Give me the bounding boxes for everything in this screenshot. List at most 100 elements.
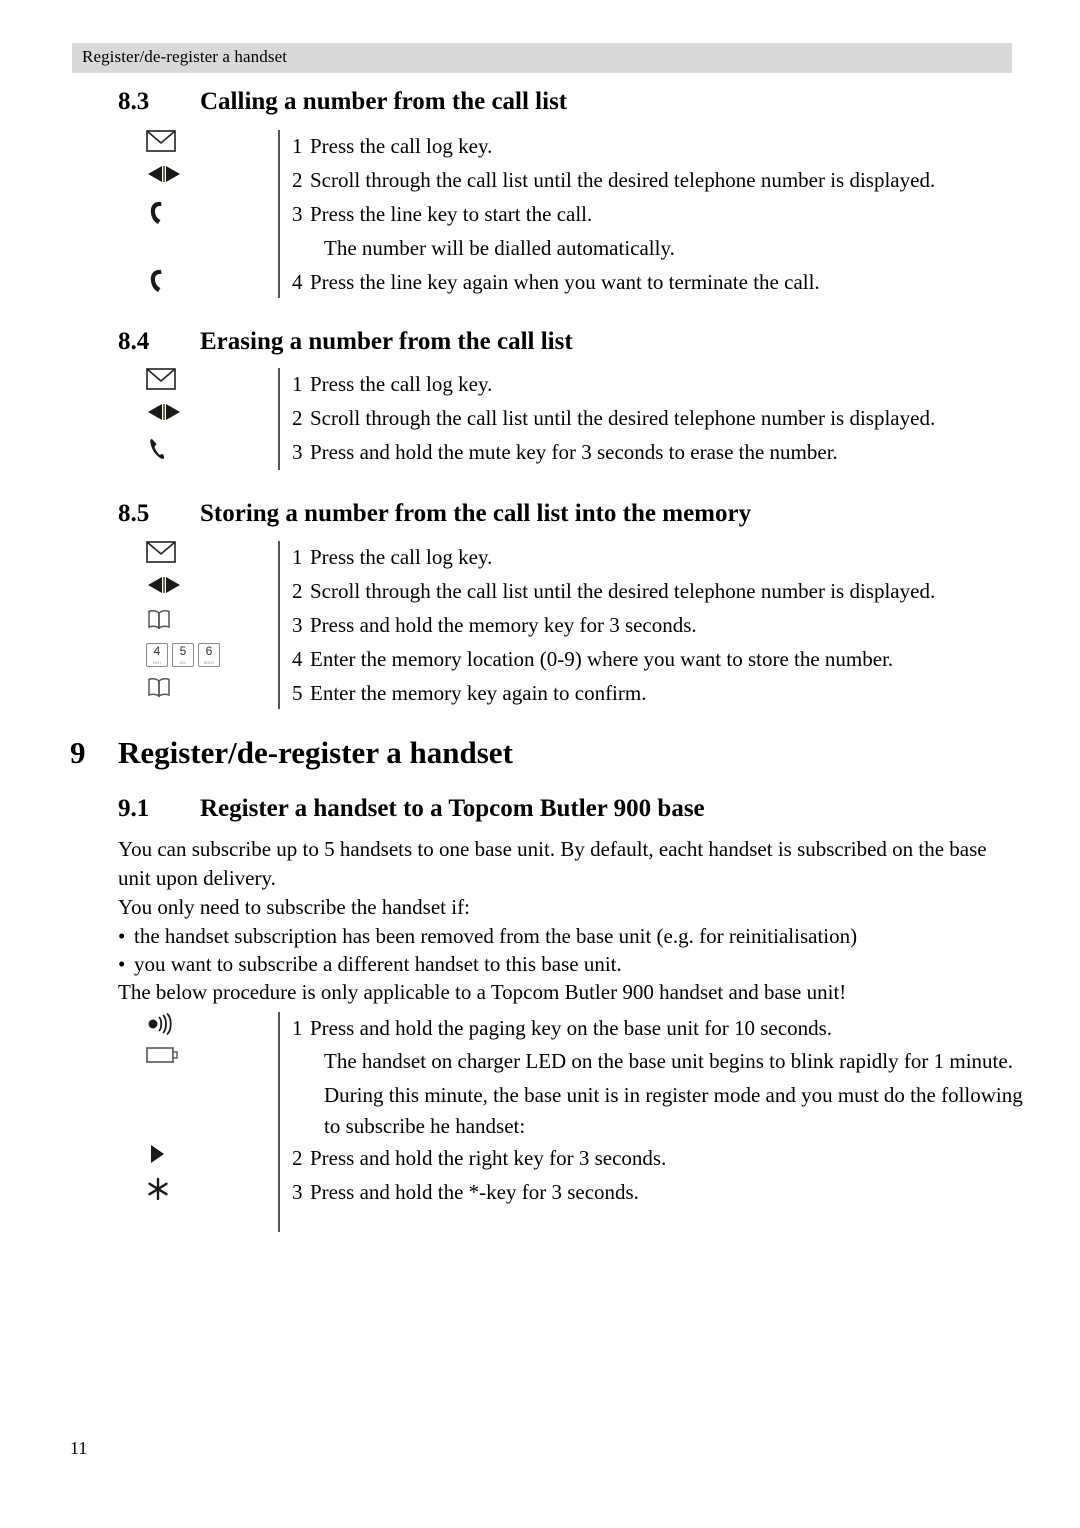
step-number: 1 bbox=[292, 134, 303, 158]
key-5-digit: 5 bbox=[179, 644, 187, 658]
bullet-item-2: • you want to subscribe a different hands… bbox=[118, 950, 622, 979]
procedure-step: 4 GHI 5 JKL 6 MNO 4 Enter the memory loc… bbox=[118, 643, 935, 677]
procedure-step: 3 Press and hold the memory key for 3 se… bbox=[118, 609, 935, 643]
keypad-keys: 4 GHI 5 JKL 6 MNO bbox=[146, 643, 220, 667]
envelope-icon bbox=[118, 130, 278, 152]
step-text: Scroll through the call list until the d… bbox=[310, 168, 936, 192]
step-number: 1 bbox=[292, 545, 303, 569]
step-text: Press the line key to start the call. bbox=[310, 202, 593, 226]
open-book-icon bbox=[118, 609, 278, 631]
procedure-step: 3 Press and hold the *-key for 3 seconds… bbox=[118, 1176, 1024, 1210]
paging-speaker-icon bbox=[118, 1012, 278, 1036]
step-number: 3 bbox=[292, 440, 303, 464]
note-text: The handset on charger LED on the base u… bbox=[324, 1049, 1013, 1073]
step-text: Scroll through the call list until the d… bbox=[310, 579, 936, 603]
heading-8-4-title: Erasing a number from the call list bbox=[200, 328, 573, 355]
procedure-step: 1 Press the call log key. bbox=[118, 130, 935, 164]
procedure-step: 3 Press the line key to start the call. bbox=[118, 198, 935, 232]
step-number: 3 bbox=[292, 1180, 303, 1204]
phone-handset-icon bbox=[118, 198, 278, 228]
step-number: 1 bbox=[292, 372, 303, 396]
step-text: Press the line key again when you want t… bbox=[310, 270, 820, 294]
step-text: Press and hold the memory key for 3 seco… bbox=[310, 613, 697, 637]
step-number: 2 bbox=[292, 1146, 303, 1170]
paragraph-intro: You can subscribe up to 5 handsets to on… bbox=[118, 837, 987, 890]
procedure-8-3: 1 Press the call log key. 2 Scroll throu… bbox=[118, 130, 935, 300]
key-6-digit: 6 bbox=[205, 644, 213, 658]
step-text: Scroll through the call list until the d… bbox=[310, 406, 936, 430]
step-text: Press and hold the mute key for 3 second… bbox=[310, 440, 838, 464]
procedure-note: The number will be dialled automatically… bbox=[118, 232, 935, 266]
heading-8-3-number: 8.3 bbox=[118, 88, 150, 115]
left-right-arrows-icon bbox=[118, 402, 278, 422]
procedure-note: During this minute, the base unit is in … bbox=[118, 1080, 1024, 1142]
procedure-step: 5 Enter the memory key again to confirm. bbox=[118, 677, 935, 711]
key-5: 5 JKL bbox=[172, 643, 194, 667]
step-text: Press the call log key. bbox=[310, 545, 493, 569]
heading-chapter-9-number: 9 bbox=[70, 735, 86, 770]
procedure-step: 2 Scroll through the call list until the… bbox=[118, 402, 935, 436]
running-header: Register/de-register a handset bbox=[72, 43, 1012, 73]
note-text: During this minute, the base unit is in … bbox=[324, 1083, 1023, 1138]
bullet-item-1-text: the handset subscription has been remove… bbox=[134, 924, 858, 948]
envelope-icon bbox=[118, 541, 278, 563]
paragraph-subscribe-if: You only need to subscribe the handset i… bbox=[118, 895, 470, 919]
bullet-item-2-text: you want to subscribe a different handse… bbox=[134, 952, 622, 976]
asterisk-icon bbox=[118, 1176, 278, 1202]
procedure-9-1: 1 Press and hold the paging key on the b… bbox=[118, 1012, 1024, 1232]
heading-9-1-number: 9.1 bbox=[118, 795, 150, 822]
procedure-8-4: 1 Press the call log key. 2 Scroll throu… bbox=[118, 368, 935, 470]
step-number: 5 bbox=[292, 681, 303, 705]
procedure-step: 2 Scroll through the call list until the… bbox=[118, 575, 935, 609]
step-text: Press and hold the paging key on the bas… bbox=[310, 1016, 832, 1040]
battery-icon bbox=[118, 1046, 278, 1064]
bullet-glyph: • bbox=[118, 924, 126, 948]
step-text: Press and hold the right key for 3 secon… bbox=[310, 1146, 667, 1170]
procedure-step: 1 Press and hold the paging key on the b… bbox=[118, 1012, 1024, 1046]
paragraph-applicable: The below procedure is only applicable t… bbox=[118, 980, 847, 1004]
note-text: The number will be dialled automatically… bbox=[324, 236, 675, 260]
document-page: Register/de-register a handset 8.3 Calli… bbox=[0, 0, 1080, 1528]
step-number: 1 bbox=[292, 1016, 303, 1040]
bullet-glyph: • bbox=[118, 952, 126, 976]
key-5-letters: JKL bbox=[179, 660, 187, 665]
key-4-digit: 4 bbox=[153, 644, 161, 658]
procedure-step: 1 Press the call log key. bbox=[118, 541, 935, 575]
phone-handset-icon bbox=[118, 266, 278, 296]
step-text: Enter the memory key again to confirm. bbox=[310, 681, 647, 705]
key-4-letters: GHI bbox=[152, 660, 161, 665]
left-right-arrows-icon bbox=[118, 164, 278, 184]
key-6: 6 MNO bbox=[198, 643, 220, 667]
step-text: Press the call log key. bbox=[310, 372, 493, 396]
procedure-step: 1 Press the call log key. bbox=[118, 368, 935, 402]
heading-9-1-title: Register a handset to a Topcom Butler 90… bbox=[200, 795, 705, 822]
key-6-letters: MNO bbox=[203, 660, 215, 665]
bullet-item-1: • the handset subscription has been remov… bbox=[118, 922, 857, 951]
procedure-step: 3 Press and hold the mute key for 3 seco… bbox=[118, 436, 935, 470]
step-number: 3 bbox=[292, 202, 303, 226]
left-right-arrows-icon bbox=[118, 575, 278, 595]
step-text: Press and hold the *-key for 3 seconds. bbox=[310, 1180, 639, 1204]
heading-8-5-number: 8.5 bbox=[118, 500, 150, 527]
step-number: 2 bbox=[292, 406, 303, 430]
step-text: Press the call log key. bbox=[310, 134, 493, 158]
step-number: 4 bbox=[292, 647, 303, 671]
right-arrow-icon bbox=[118, 1142, 278, 1166]
page-number: 11 bbox=[70, 1438, 88, 1458]
procedure-step: 4 Press the line key again when you want… bbox=[118, 266, 935, 300]
open-book-icon bbox=[118, 677, 278, 699]
procedure-note: The handset on charger LED on the base u… bbox=[118, 1046, 1024, 1080]
key-4: 4 GHI bbox=[146, 643, 168, 667]
step-text: Enter the memory location (0-9) where yo… bbox=[310, 647, 894, 671]
procedure-step: 2 Scroll through the call list until the… bbox=[118, 164, 935, 198]
step-number: 2 bbox=[292, 168, 303, 192]
heading-8-3-title: Calling a number from the call list bbox=[200, 88, 568, 115]
mute-handset-icon bbox=[118, 436, 278, 464]
heading-chapter-9-title: Register/de-register a handset bbox=[118, 735, 513, 770]
step-number: 2 bbox=[292, 579, 303, 603]
step-number: 3 bbox=[292, 613, 303, 637]
envelope-icon bbox=[118, 368, 278, 390]
step-number: 4 bbox=[292, 270, 303, 294]
procedure-step: 2 Press and hold the right key for 3 sec… bbox=[118, 1142, 1024, 1176]
keypad-icon: 4 GHI 5 JKL 6 MNO bbox=[118, 643, 278, 667]
